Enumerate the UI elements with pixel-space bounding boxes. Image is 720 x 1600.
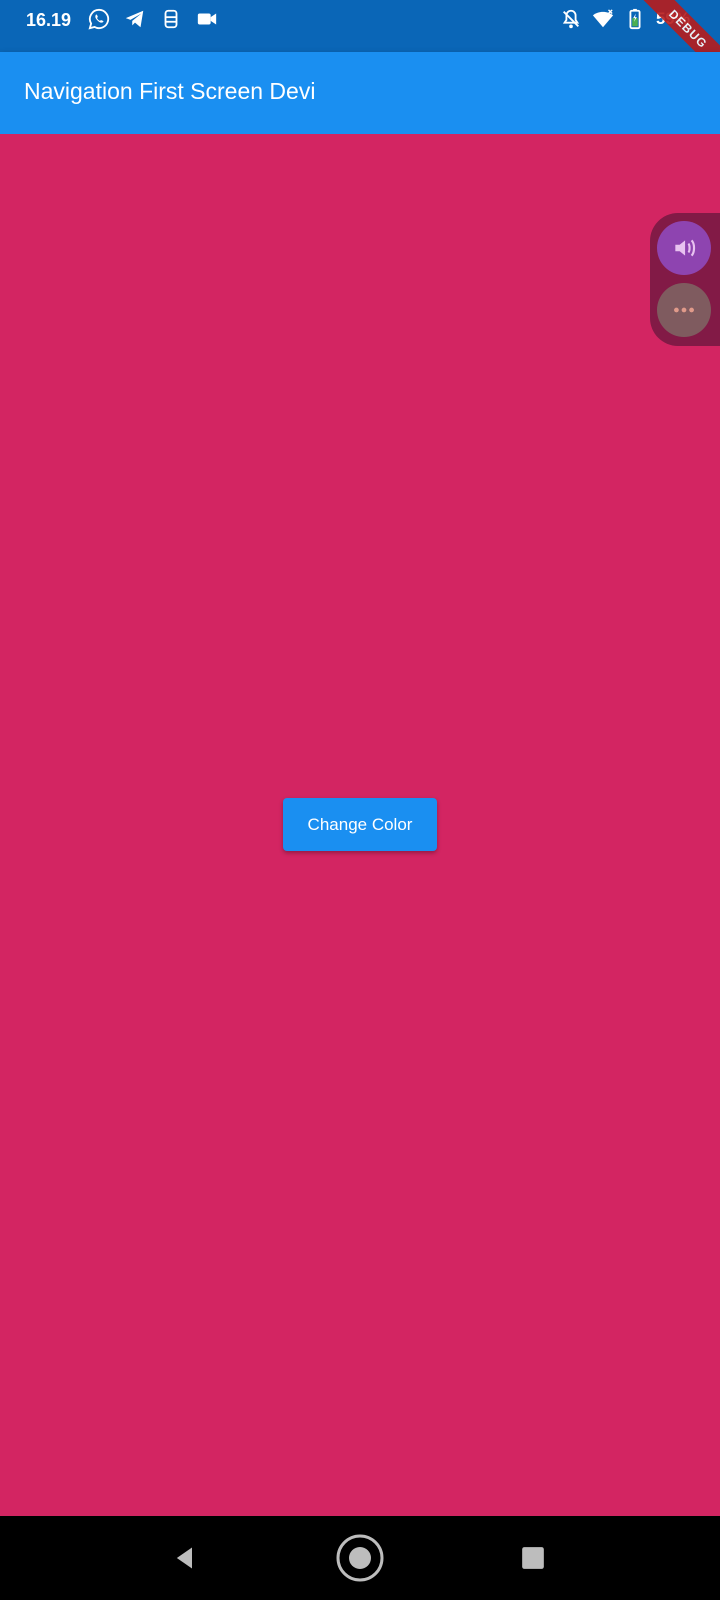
system-navigation-bar: [0, 1516, 720, 1600]
home-button[interactable]: [332, 1516, 388, 1600]
telegram-icon: [125, 10, 144, 28]
floating-accessibility-panel: [650, 213, 720, 346]
more-button[interactable]: [657, 283, 711, 337]
video-camera-icon: [197, 13, 217, 25]
battery-icon: [629, 8, 641, 30]
recents-icon: [522, 1547, 544, 1569]
status-bar: 16.19 DEBUG: [0, 0, 720, 87]
back-button[interactable]: [160, 1516, 210, 1600]
whatsapp-icon: [88, 8, 110, 30]
more-icon: [674, 307, 694, 313]
notifications-off-icon: [562, 9, 580, 29]
status-time: 16.19: [26, 10, 72, 30]
home-icon: [336, 1534, 384, 1582]
status-notification-icons: [88, 8, 218, 30]
wifi-icon: [592, 9, 614, 28]
page-title: Navigation First Screen Devi: [24, 78, 316, 104]
back-icon: [176, 1547, 192, 1569]
recents-button[interactable]: [510, 1516, 556, 1600]
change-color-button[interactable]: Change Color: [283, 798, 437, 851]
app-bar: Navigation First Screen Devi: [0, 52, 720, 134]
sound-button[interactable]: [657, 221, 711, 275]
sound-icon: [675, 239, 696, 257]
sim-icon: [164, 9, 178, 29]
